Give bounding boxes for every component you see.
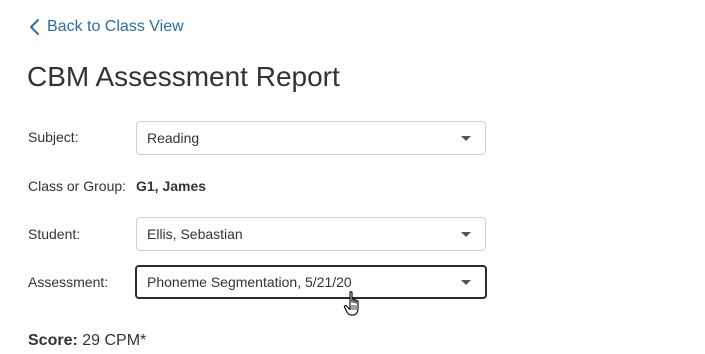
subject-select[interactable]: Reading xyxy=(136,121,486,155)
assessment-select[interactable]: Phoneme Segmentation, 5/21/20 xyxy=(135,265,487,299)
assessment-label: Assessment: xyxy=(28,274,109,290)
class-group-label: Class or Group: xyxy=(28,178,127,194)
score-line: Score: 29 CPM* xyxy=(28,332,146,350)
page-title: CBM Assessment Report xyxy=(27,61,340,92)
chevron-down-icon xyxy=(461,280,471,285)
back-to-class-view-link[interactable]: Back to Class View xyxy=(28,16,184,38)
score-value: 29 CPM* xyxy=(82,332,147,349)
back-link-label: Back to Class View xyxy=(47,18,184,35)
subject-label: Subject: xyxy=(28,129,79,145)
assessment-select-value: Phoneme Segmentation, 5/21/20 xyxy=(147,274,352,290)
class-group-value: G1, James xyxy=(136,178,207,194)
chevron-down-icon xyxy=(461,136,471,141)
student-select[interactable]: Ellis, Sebastian xyxy=(136,217,486,251)
student-select-value: Ellis, Sebastian xyxy=(147,226,243,242)
hand-pointer-cursor-icon xyxy=(343,291,359,316)
subject-select-value: Reading xyxy=(147,130,200,146)
chevron-left-icon xyxy=(30,19,39,35)
chevron-down-icon xyxy=(461,232,471,237)
student-label: Student: xyxy=(28,226,81,242)
score-label: Score: xyxy=(28,332,78,349)
